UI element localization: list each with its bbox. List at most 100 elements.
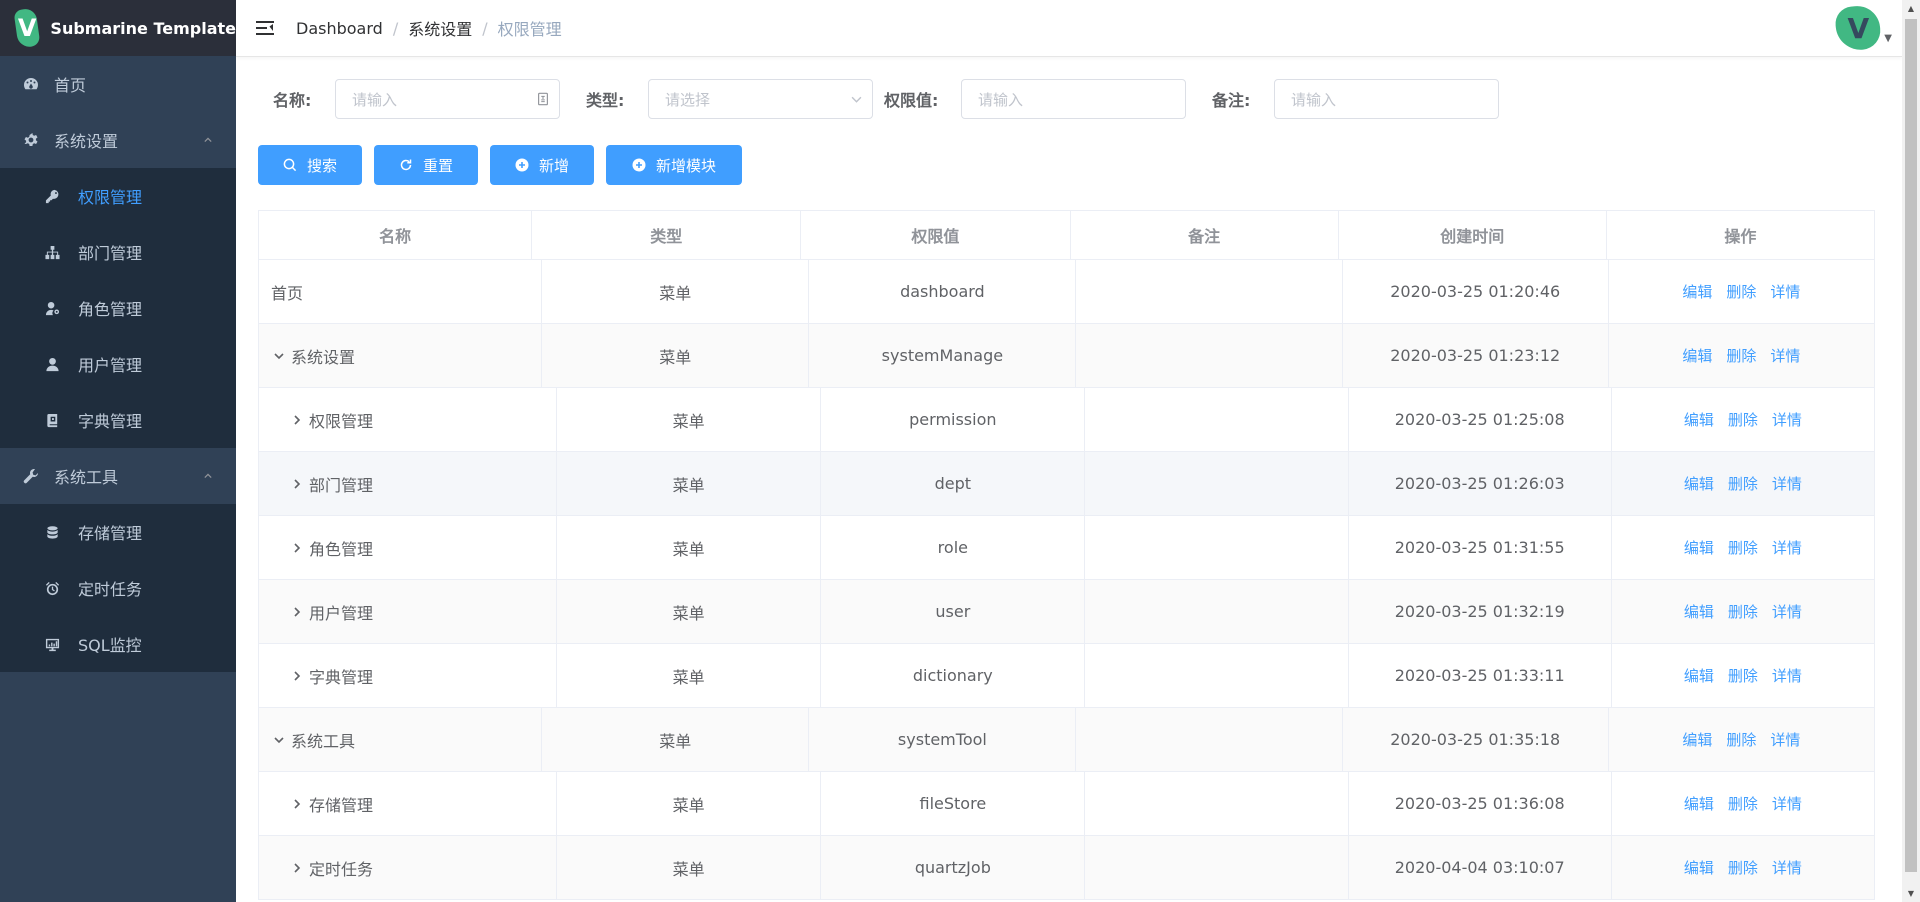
delete-link[interactable]: 删除 (1728, 665, 1758, 686)
delete-link[interactable]: 删除 (1728, 537, 1758, 558)
table-row[interactable]: 部门管理 菜单 dept 2020-03-25 01:26:03 编辑 删除 详情 (259, 452, 1875, 516)
detail-link[interactable]: 详情 (1772, 857, 1802, 878)
expand-right-icon[interactable] (289, 604, 305, 620)
delete-link[interactable]: 删除 (1728, 857, 1758, 878)
sidebar-item-dept[interactable]: 部门管理 (0, 224, 236, 280)
detail-link[interactable]: 详情 (1772, 601, 1802, 622)
edit-link[interactable]: 编辑 (1684, 409, 1714, 430)
breadcrumb-current: 权限管理 (497, 20, 562, 39)
sidebar-item-dictionary[interactable]: 字典管理 (0, 392, 236, 448)
search-button[interactable]: 搜索 (258, 145, 362, 185)
sidebar-item-permission[interactable]: 权限管理 (0, 168, 236, 224)
cell-permission: permission (821, 388, 1086, 451)
edit-link[interactable]: 编辑 (1684, 601, 1714, 622)
delete-link[interactable]: 删除 (1728, 601, 1758, 622)
avatar[interactable]: V (1834, 3, 1883, 53)
table-row[interactable]: 首页 菜单 dashboard 2020-03-25 01:20:46 编辑 删除 详情 (259, 260, 1875, 324)
expand-down-icon[interactable] (271, 732, 287, 748)
hamburger-icon[interactable] (254, 17, 276, 39)
detail-link[interactable]: 详情 (1772, 665, 1802, 686)
row-name-text: 系统设置 (291, 347, 356, 367)
edit-link[interactable]: 编辑 (1684, 473, 1714, 494)
column-header-permission[interactable]: 权限值 (801, 211, 1071, 259)
column-header-name[interactable]: 名称 (259, 211, 533, 259)
column-header-remark[interactable]: 备注 (1071, 211, 1339, 259)
type-select[interactable]: 请选择 (648, 79, 873, 119)
cell-created: 2020-03-25 01:35:18 (1343, 708, 1609, 771)
submenu-system-tools: 存储管理 定时任务 SQL监控 (0, 504, 236, 672)
table-body: 首页 菜单 dashboard 2020-03-25 01:20:46 编辑 删除 详情 系统… (259, 260, 1875, 900)
detail-link[interactable]: 详情 (1772, 537, 1802, 558)
sidebar-item-storage[interactable]: 存储管理 (0, 504, 236, 560)
expand-right-icon[interactable] (289, 668, 305, 684)
sidebar-item-user[interactable]: 用户管理 (0, 336, 236, 392)
cell-type: 菜单 (557, 452, 822, 515)
column-header-created[interactable]: 创建时间 (1339, 211, 1607, 259)
permission-value-input[interactable]: 请输入 (961, 79, 1186, 119)
edit-link[interactable]: 编辑 (1682, 281, 1712, 302)
column-header-type[interactable]: 类型 (532, 211, 802, 259)
name-input[interactable]: 请输入 (335, 79, 560, 119)
sidebar-group-system-settings[interactable]: 系统设置 (0, 112, 236, 168)
table-row[interactable]: 系统设置 菜单 systemManage 2020-03-25 01:23:12 编辑删… (259, 324, 1875, 388)
cell-remark (1085, 452, 1349, 515)
sidebar-item-role[interactable]: 角色管理 (0, 280, 236, 336)
table-row[interactable]: 系统工具 菜单 systemTool 2020-03-25 01:35:18 编辑 删除详… (259, 708, 1875, 772)
edit-link[interactable]: 编辑 (1682, 729, 1712, 750)
sidebar-item-scheduled-task[interactable]: 定时任务 (0, 560, 236, 616)
database-icon (44, 524, 60, 540)
row-name-text: 权限管理 (309, 411, 374, 431)
delete-link[interactable]: 删除 (1726, 729, 1756, 750)
sidebar-item-home[interactable]: 首页 (0, 56, 236, 112)
table-row[interactable]: 用户管理 菜单 user 2020-03-25 01:32:19 编辑 删除 详情 (259, 580, 1875, 644)
expand-right-icon[interactable] (289, 412, 305, 428)
edit-link[interactable]: 编辑 (1684, 665, 1714, 686)
detail-link[interactable]: 详情 (1770, 729, 1800, 750)
submenu-system-settings: 权限管理 部门管理 角色管理 用户管理 字典管理 (0, 168, 236, 448)
reset-button[interactable]: 重置 (374, 145, 478, 185)
column-header-actions[interactable]: 操作 (1607, 211, 1876, 259)
user-menu[interactable]: V ▼ (1834, 3, 1892, 53)
edit-link[interactable]: 编辑 (1684, 857, 1714, 878)
add-button[interactable]: 新增 (490, 145, 594, 185)
detail-link[interactable]: 详情 (1772, 409, 1802, 430)
edit-link[interactable]: 编辑 (1684, 793, 1714, 814)
edit-link[interactable]: 编辑 (1684, 537, 1714, 558)
sidebar-group-system-tools[interactable]: 系统工具 (0, 448, 236, 504)
sidebar-item-sql-monitor[interactable]: SQL监控 (0, 616, 236, 672)
edit-link[interactable]: 编辑 (1682, 345, 1712, 366)
cell-name: 首页 (259, 260, 543, 323)
delete-link[interactable]: 删除 (1728, 473, 1758, 494)
table-row[interactable]: 角色管理 菜单 role 2020-03-25 01:31:55 编辑 删除 详情 (259, 516, 1875, 580)
permission-table: 名称 类型 权限值 备注 创建时间 操作 首页 菜单 dashboard 2020-0… (258, 210, 1876, 900)
detail-link[interactable]: 详情 (1770, 281, 1800, 302)
remark-input[interactable]: 请输入 (1274, 79, 1499, 119)
detail-link[interactable]: 详情 (1772, 473, 1802, 494)
table-row[interactable]: 存储管理 菜单 fileStore 2020-03-25 01:36:08 编辑 删除 详情 (259, 772, 1875, 836)
expand-right-icon[interactable] (289, 796, 305, 812)
expand-right-icon[interactable] (289, 540, 305, 556)
detail-link[interactable]: 详情 (1770, 345, 1800, 366)
page-scrollbar[interactable]: ▲ ▼ (1902, 0, 1920, 902)
delete-link[interactable]: 删除 (1728, 409, 1758, 430)
delete-link[interactable]: 删除 (1726, 345, 1756, 366)
scroll-up-arrow-icon[interactable]: ▲ (1902, 0, 1920, 17)
brand[interactable]: V Submarine Template (0, 0, 236, 56)
search-form: 名称: 请输入 类型: 请选择 权限值: 请输入 备注: 请输入 (236, 79, 1902, 119)
main-content: 名称: 请输入 类型: 请选择 权限值: 请输入 备注: 请输入 搜索 重置 新… (236, 57, 1902, 902)
expand-down-icon[interactable] (271, 348, 287, 364)
table-row[interactable]: 定时任务 菜单 quartzJob 2020-04-04 03:10:07 编辑 删除 详情 (259, 836, 1875, 900)
delete-link[interactable]: 删除 (1726, 281, 1756, 302)
gear-icon (22, 131, 40, 149)
breadcrumb-dashboard[interactable]: Dashboard (296, 19, 383, 38)
add-module-button[interactable]: 新增模块 (606, 145, 742, 185)
table-row[interactable]: 字典管理 菜单 dictionary 2020-03-25 01:33:11 编辑 删除详… (259, 644, 1875, 708)
breadcrumb-system-settings[interactable]: 系统设置 (408, 16, 472, 40)
delete-link[interactable]: 删除 (1728, 793, 1758, 814)
scroll-down-arrow-icon[interactable]: ▼ (1902, 885, 1920, 902)
expand-right-icon[interactable] (289, 476, 305, 492)
expand-right-icon[interactable] (289, 860, 305, 876)
table-row[interactable]: 权限管理 菜单 permission 2020-03-25 01:25:08 编辑 删除详… (259, 388, 1875, 452)
scrollbar-thumb[interactable] (1905, 19, 1917, 872)
detail-link[interactable]: 详情 (1772, 793, 1802, 814)
